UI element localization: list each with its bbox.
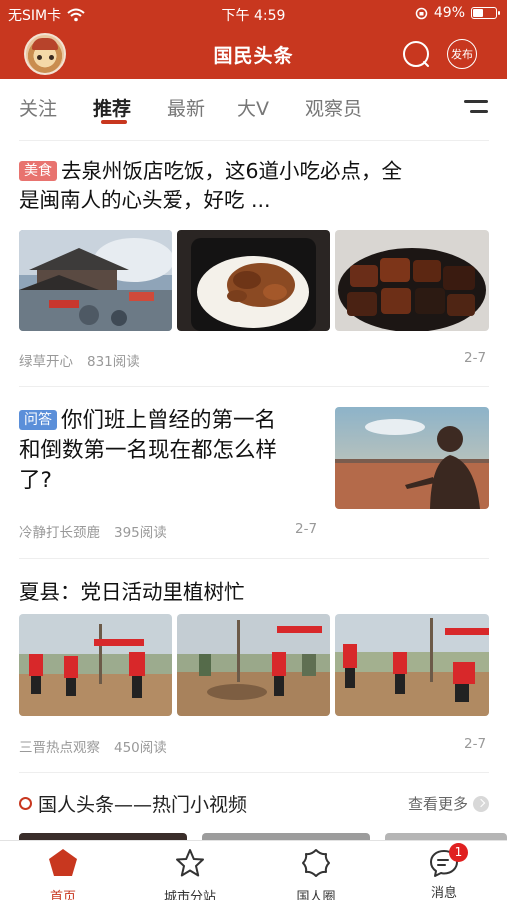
section-title: 国人头条——热门小视频: [38, 794, 248, 816]
battery-level: [473, 9, 484, 17]
braised-pork-rice-photo[interactable]: [177, 230, 330, 331]
chevron-right-icon: [473, 795, 489, 812]
article-reads: 395阅读: [114, 525, 167, 541]
article-title-line: 是闽南人的心头爱，好吃 ...: [19, 188, 271, 212]
unread-badge: 1: [449, 843, 468, 862]
see-more-link[interactable]: 查看更多: [408, 793, 489, 814]
article-source[interactable]: 绿草开心: [19, 354, 73, 370]
tab-messages[interactable]: 1 消息: [396, 843, 492, 900]
divider: [19, 558, 489, 559]
menu-icon[interactable]: [464, 100, 488, 114]
flower-outline-icon: [302, 849, 330, 877]
tab-label: 消息: [430, 886, 457, 900]
publish-button[interactable]: 发布: [447, 39, 477, 69]
category-tabs: 关注 推荐 最新 大V 观察员: [0, 79, 507, 134]
tab-observer[interactable]: 观察员: [305, 94, 362, 121]
tab-home[interactable]: 首页: [15, 847, 111, 900]
article-date: 2-7: [464, 350, 487, 366]
bottom-tab-bar: 首页 城市分站 国人圈 1 消息: [0, 840, 507, 900]
article-meta: 冷静打长颈鹿 395阅读: [19, 521, 167, 541]
article-meta: 三晋热点观察 450阅读: [19, 736, 167, 756]
search-icon[interactable]: [401, 39, 431, 69]
article-title-line: 夏县：党日活动里植树忙: [19, 580, 245, 604]
article-meta: 绿草开心 831阅读: [19, 350, 140, 370]
article-date: 2-7: [295, 521, 318, 537]
category-tag: 问答: [19, 410, 57, 430]
tree-planting-photo[interactable]: [335, 614, 489, 716]
star-outline-icon: [176, 849, 204, 877]
tab-label: 城市分站: [163, 890, 216, 900]
rotation-lock-icon: [415, 7, 428, 19]
active-tab-indicator: [101, 120, 127, 124]
article-reads: 450阅读: [114, 740, 167, 756]
tree-planting-photo[interactable]: [177, 614, 330, 716]
article-title-line: 去泉州饭店吃饭，这6道小吃必点，全: [61, 159, 403, 183]
pentagon-home-icon: [49, 849, 77, 876]
tab-city-station[interactable]: 城市分站: [142, 847, 238, 900]
see-more-label: 查看更多: [407, 795, 468, 813]
lakeside-silhouette-photo[interactable]: [335, 407, 489, 509]
divider: [19, 386, 489, 387]
status-bar: 无SIM卡 下午 4:59 49%: [0, 0, 507, 26]
tab-follow[interactable]: 关注: [19, 94, 57, 121]
divider: [19, 772, 489, 773]
article-title-line: 了?: [19, 468, 52, 493]
hot-video-section-header: 国人头条——热门小视频 查看更多: [19, 790, 489, 818]
category-tag: 美食: [19, 161, 57, 181]
article-title[interactable]: 美食 去泉州饭店吃饭，这6道小吃必点，全 是闽南人的心头爱，好吃 ...: [19, 157, 489, 215]
article-title[interactable]: 夏县：党日活动里植树忙: [19, 578, 489, 607]
article-title-line: 你们班上曾经的第一名: [61, 408, 277, 433]
article-source[interactable]: 三晋热点观察: [19, 740, 100, 756]
tab-latest[interactable]: 最新: [167, 94, 205, 121]
section-dot-icon: [19, 797, 32, 810]
battery-icon: [471, 7, 500, 19]
tree-planting-photo[interactable]: [19, 614, 172, 716]
tab-label: 国人圈: [296, 890, 336, 900]
divider: [19, 140, 489, 141]
article-reads: 831阅读: [87, 354, 140, 370]
article-title[interactable]: 问答 你们班上曾经的第一名 和倒数第一名现在都怎么样 了?: [19, 406, 319, 496]
app-header: 无SIM卡 下午 4:59 49% 国民头条 发布: [0, 0, 507, 79]
temple-photo[interactable]: [19, 230, 172, 331]
tab-label: 首页: [49, 890, 76, 900]
article-date: 2-7: [464, 736, 487, 752]
braised-meat-photo[interactable]: [335, 230, 489, 331]
tab-big-v[interactable]: 大V: [237, 94, 269, 121]
tab-recommend[interactable]: 推荐: [93, 94, 131, 121]
chat-bubble-icon: 1: [428, 843, 468, 879]
battery-percent: 49%: [433, 5, 465, 21]
tab-circle[interactable]: 国人圈: [268, 847, 364, 900]
article-source[interactable]: 冷静打长颈鹿: [19, 525, 100, 541]
article-title-line: 和倒数第一名现在都怎么样: [19, 438, 278, 463]
